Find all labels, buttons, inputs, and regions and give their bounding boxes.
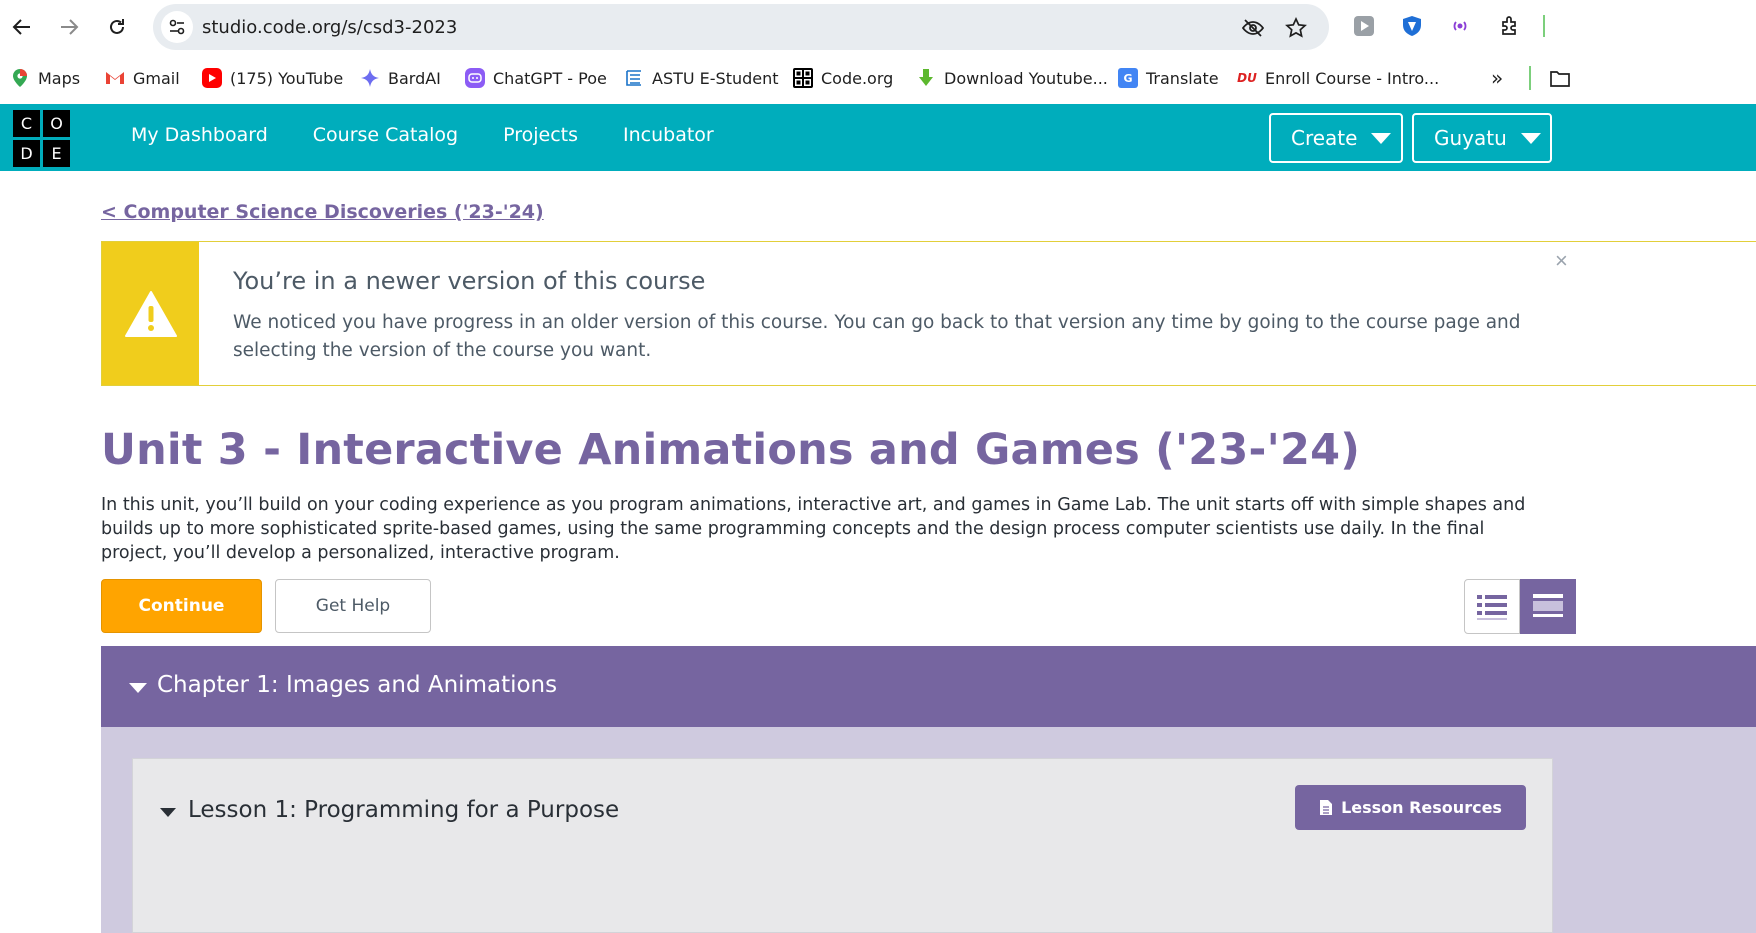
view-toggle: [1464, 579, 1756, 634]
bookmark-bardai[interactable]: BardAI: [360, 64, 441, 92]
translate-icon: G: [1118, 68, 1138, 88]
enroll-icon: DU: [1237, 71, 1257, 85]
browser-toolbar: studio.code.org/s/csd3-2023: [0, 0, 1756, 54]
poe-icon: [465, 68, 485, 88]
profile-divider: [1543, 15, 1545, 37]
play-extension-icon[interactable]: [1350, 12, 1378, 40]
eye-off-icon[interactable]: [1240, 15, 1266, 41]
nav-projects[interactable]: Projects: [503, 124, 578, 146]
chapter-title: Chapter 1: Images and Animations: [157, 672, 558, 698]
bookmark-maps[interactable]: Maps: [10, 64, 80, 92]
shield-extension-icon[interactable]: [1398, 12, 1426, 40]
nav-incubator[interactable]: Incubator: [623, 124, 714, 146]
detail-view-icon: [1533, 593, 1563, 617]
nav-my-dashboard[interactable]: My Dashboard: [131, 124, 268, 146]
warning-icon: [102, 242, 199, 385]
maps-icon: [10, 68, 30, 88]
bard-icon: [360, 68, 380, 88]
bookmarks-divider: [1529, 66, 1531, 90]
user-menu-button[interactable]: Guyatu: [1412, 113, 1552, 163]
lesson-resources-button[interactable]: Lesson Resources: [1295, 785, 1526, 830]
page-title: Unit 3 - Interactive Animations and Game…: [101, 425, 1361, 475]
broadcast-extension-icon[interactable]: [1446, 12, 1474, 40]
bookmark-chatgpt-poe[interactable]: ChatGPT - Poe: [465, 64, 607, 92]
forward-arrow-icon[interactable]: [53, 11, 85, 43]
close-icon[interactable]: ×: [1555, 248, 1568, 274]
lesson-card: Lesson 1: Programming for a Purpose Less…: [132, 758, 1553, 933]
get-help-button[interactable]: Get Help: [275, 579, 431, 633]
back-to-course-link[interactable]: < Computer Science Discoveries ('23-'24): [101, 201, 544, 223]
address-bar[interactable]: studio.code.org/s/csd3-2023: [153, 4, 1329, 50]
notice-title: You’re in a newer version of this course: [233, 267, 706, 295]
code-org-logo[interactable]: C O D E: [13, 110, 70, 167]
reload-icon[interactable]: [101, 11, 133, 43]
unit-description: In this unit, you’ll build on your codin…: [101, 495, 1526, 563]
more-bookmarks-button[interactable]: »: [1491, 64, 1503, 92]
bookmark-codeorg[interactable]: Code.org: [793, 64, 893, 92]
site-settings-icon[interactable]: [161, 11, 193, 43]
gmail-icon: [105, 68, 125, 88]
chevron-down-icon: [1520, 132, 1541, 144]
create-dropdown-button[interactable]: Create: [1269, 113, 1403, 163]
bookmarks-bar: Maps Gmail (175) YouTube BardAI ChatGPT …: [0, 54, 1756, 104]
bookmark-youtube[interactable]: (175) YouTube: [202, 64, 343, 92]
nav-course-catalog[interactable]: Course Catalog: [313, 124, 458, 146]
bookmark-gmail[interactable]: Gmail: [105, 64, 180, 92]
detail-view-button[interactable]: [1520, 579, 1576, 634]
chevron-down-icon[interactable]: [160, 808, 176, 817]
bookmark-enroll-course[interactable]: DU Enroll Course - Intro...: [1237, 64, 1439, 92]
chevron-down-icon: [1371, 132, 1392, 144]
star-icon[interactable]: [1283, 15, 1309, 41]
list-view-icon: [1477, 594, 1507, 620]
extensions-puzzle-icon[interactable]: [1496, 12, 1524, 40]
main-nav: My Dashboard Course Catalog Projects Inc…: [131, 124, 714, 146]
continue-button[interactable]: Continue: [101, 579, 262, 633]
bookmark-translate[interactable]: G Translate: [1118, 64, 1219, 92]
notice-text: We noticed you have progress in an older…: [233, 312, 1521, 361]
version-notice: You’re in a newer version of this course…: [101, 241, 1756, 386]
folder-icon[interactable]: [1550, 64, 1570, 92]
back-arrow-icon[interactable]: [6, 11, 38, 43]
astu-icon: [624, 68, 644, 88]
lesson-title[interactable]: Lesson 1: Programming for a Purpose: [188, 797, 619, 823]
url-text[interactable]: studio.code.org/s/csd3-2023: [202, 17, 457, 38]
chapter-header[interactable]: Chapter 1: Images and Animations: [101, 646, 1756, 727]
chevron-down-icon: [129, 683, 147, 693]
site-header: C O D E My Dashboard Course Catalog Proj…: [0, 104, 1756, 171]
summary-view-button[interactable]: [1464, 579, 1520, 634]
document-icon: [1320, 800, 1333, 815]
codeorg-icon: [793, 68, 813, 88]
download-icon: [916, 68, 936, 88]
bookmark-astu[interactable]: ASTU E-Student: [624, 64, 779, 92]
bookmark-download-youtube[interactable]: Download Youtube...: [916, 64, 1108, 92]
youtube-icon: [202, 68, 222, 88]
